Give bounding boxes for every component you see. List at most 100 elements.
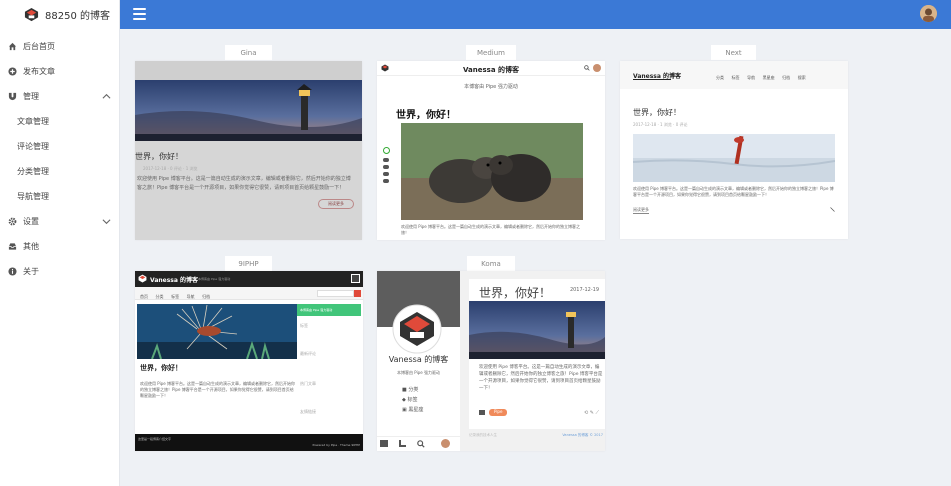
theme-card-koma[interactable]: Vanessa 的博客 本博客由 Pipe 强力驱动 ■ 分类 ◆ 标签 ▣ 黑… [377, 271, 605, 451]
next-title-underline [633, 79, 671, 80]
medium-share-bar [383, 147, 391, 183]
koma-post-title: 世界，你好！ [479, 286, 552, 300]
wechat-icon[interactable] [383, 165, 389, 169]
koma-home-icon[interactable] [380, 440, 388, 447]
sidebar-item-settings[interactable]: 设置 [0, 209, 119, 234]
next-nav-item[interactable]: 归档 [782, 75, 790, 81]
9iphp-avatar[interactable] [351, 274, 360, 283]
koma-menu-item[interactable]: ■ 分类 [402, 385, 423, 395]
sidebar-nav: 后台首页 发布文章 管理 文章管理 评论管理 分类管理 导航管理 设置 其他 关… [0, 29, 119, 284]
9iphp-footer-left: 这里是一段博客介绍文字 [138, 437, 172, 441]
theme-card-9iphp[interactable]: Vanessa 的博客 本博客由 Pipe 强力驱动 首页 分类 标签 导航 归… [135, 271, 363, 451]
koma-tag-icon [479, 410, 485, 415]
sidebar-item-post-manage[interactable]: 文章管理 [0, 109, 119, 134]
gina-read-more-label: 阅读更多 [328, 201, 344, 206]
gina-header [135, 61, 362, 80]
sidebar-item-about[interactable]: 关于 [0, 259, 119, 284]
twitter-icon[interactable] [383, 172, 389, 176]
sidebar-item-others[interactable]: 其他 [0, 234, 119, 259]
sidebar-item-label: 关于 [23, 267, 39, 276]
sidebar-item-dashboard[interactable]: 后台首页 [0, 34, 119, 59]
plus-circle-icon [8, 67, 17, 76]
9iphp-side-header-text: 本博客由 Pipe 强力驱动 [300, 308, 333, 312]
sidebar-item-label: 后台首页 [23, 42, 55, 51]
sidebar-item-comment-manage[interactable]: 评论管理 [0, 134, 119, 159]
9iphp-nav-item[interactable]: 归档 [202, 294, 210, 300]
koma-menu-item[interactable]: ◆ 标签 [402, 395, 423, 405]
medium-avatar[interactable] [593, 64, 601, 72]
search-icon[interactable] [584, 65, 590, 71]
next-nav-item[interactable]: 分类 [716, 75, 724, 81]
9iphp-nav-item[interactable]: 首页 [140, 294, 148, 300]
9iphp-search-input[interactable] [317, 290, 354, 297]
top-bar [120, 0, 951, 29]
like-icon[interactable] [383, 147, 390, 154]
home-icon [8, 42, 17, 51]
next-nav: 分类 标签 导航 黑星座 归档 搜索 [716, 72, 811, 81]
sidebar-item-label: 文章管理 [17, 117, 49, 126]
koma-sidebar: Vanessa 的博客 本博客由 Pipe 强力驱动 ■ 分类 ◆ 标签 ▣ 黑… [377, 271, 460, 451]
medium-blog-name: Vanessa 的博客 [463, 66, 519, 74]
sidebar-item-label: 分类管理 [17, 167, 49, 176]
next-post-excerpt: 欢迎使用 Pipe 博客平台。这是一篇自动生成的演示文章，编辑或者删除它，然后开… [633, 186, 834, 197]
koma-avatar[interactable] [441, 439, 450, 448]
sidebar-item-manage[interactable]: 管理 [0, 84, 119, 109]
9iphp-side-header: 本博客由 Pipe 强力驱动 [297, 304, 361, 316]
theme-label-gina: Gina [225, 45, 272, 60]
gina-post-meta: 2017-12-18 · 0 评论 · 1 浏览 [143, 166, 198, 171]
gina-read-more-button[interactable]: 阅读更多 [318, 199, 354, 209]
sidebar-item-new-post[interactable]: 发布文章 [0, 59, 119, 84]
9iphp-search-button[interactable] [354, 290, 361, 297]
koma-logo-icon [392, 304, 442, 354]
theme-label-koma: Koma [467, 256, 515, 271]
next-read-more-link[interactable]: 阅读更多 [633, 207, 649, 214]
chevron-up-icon [102, 93, 111, 99]
next-post-meta: 2017-12-18 · 1 浏览 · 0 评论 [633, 122, 688, 127]
9iphp-logo-icon [138, 274, 147, 283]
menu-toggle-icon[interactable] [133, 8, 146, 20]
koma-post-actions[interactable]: ⟲ ✎ ⟋ [584, 410, 599, 416]
9iphp-nav-item[interactable]: 分类 [156, 294, 164, 300]
avatar[interactable] [920, 5, 937, 22]
koma-menu-label: 分类 [408, 387, 419, 393]
sidebar-item-label: 导航管理 [17, 192, 49, 201]
koma-blog-name: Vanessa 的博客 [388, 355, 449, 364]
koma-menu-label: 黑星座 [408, 407, 424, 413]
next-nav-item[interactable]: 搜索 [798, 75, 806, 81]
brand[interactable]: 88250 的博客 [0, 0, 119, 29]
9iphp-footer-right: Powered by Pipe · Theme 9IPHP [312, 443, 361, 447]
medium-post-image [401, 123, 583, 220]
share-icon[interactable] [830, 207, 835, 212]
9iphp-nav-item[interactable]: 标签 [171, 294, 179, 300]
koma-toolbar [377, 436, 460, 451]
rss-icon[interactable] [399, 440, 406, 447]
9iphp-tagline: 本博客由 Pipe 强力驱动 [198, 277, 231, 281]
gina-post-excerpt: 欢迎使用 Pipe 博客平台。这是一篇自动生成的演示文章，编辑或者删除它，然后开… [137, 176, 351, 191]
koma-tag[interactable]: Pipe [489, 409, 508, 416]
koma-search-icon[interactable] [417, 440, 425, 448]
theme-card-medium[interactable]: Vanessa 的博客 本博客由 Pipe 强力驱动 世界，你好！ 欢迎使用 P… [377, 61, 605, 240]
next-nav-item[interactable]: 导航 [747, 75, 755, 81]
next-post-title: 世界，你好！ [633, 108, 681, 117]
medium-header: Vanessa 的博客 [377, 61, 605, 76]
next-header: Vanessa 的博客 分类 标签 导航 黑星座 归档 搜索 [620, 61, 848, 89]
sidebar-item-label: 设置 [23, 217, 39, 226]
gina-post-title: 世界，你好！ [135, 152, 183, 161]
sidebar-item-label: 管理 [23, 92, 39, 101]
sidebar-item-navigation-manage[interactable]: 导航管理 [0, 184, 119, 209]
theme-card-next[interactable]: Vanessa 的博客 分类 标签 导航 黑星座 归档 搜索 世界，你好！ 20… [620, 61, 848, 239]
9iphp-side-section: 友情链接 [300, 409, 316, 414]
koma-post-image [469, 301, 605, 359]
google-plus-icon[interactable] [383, 179, 389, 183]
9iphp-post-excerpt: 欢迎使用 Pipe 博客平台。这是一篇自动生成的演示文章，编辑或者删除它，然后开… [140, 381, 295, 398]
9iphp-header: Vanessa 的博客 本博客由 Pipe 强力驱动 [135, 271, 363, 287]
theme-card-gina[interactable]: 世界，你好！ 2017-12-18 · 0 评论 · 1 浏览 欢迎使用 Pip… [135, 61, 362, 240]
sidebar-item-category-manage[interactable]: 分类管理 [0, 159, 119, 184]
koma-powered: 本博客由 Pipe 强力驱动 [397, 370, 440, 375]
next-nav-item[interactable]: 标签 [732, 75, 740, 81]
weibo-icon[interactable] [383, 158, 389, 162]
koma-menu-item[interactable]: ▣ 黑星座 [402, 405, 423, 415]
9iphp-nav-item[interactable]: 导航 [187, 294, 195, 300]
next-nav-item[interactable]: 黑星座 [763, 75, 775, 81]
next-post-image [633, 134, 835, 182]
